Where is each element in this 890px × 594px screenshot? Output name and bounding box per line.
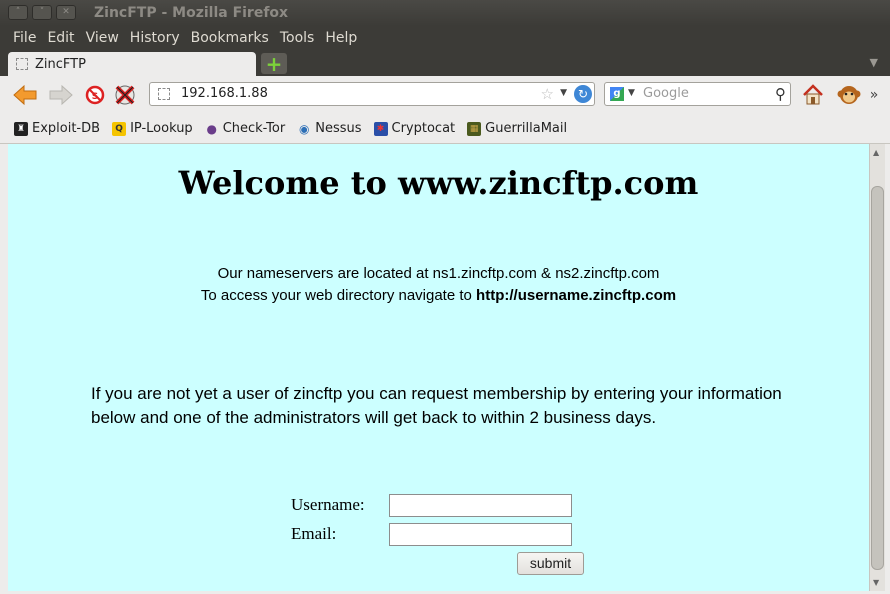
stop-x-icon [115, 85, 135, 105]
stop-button[interactable] [112, 82, 138, 108]
exploit-db-icon: ♜ [14, 121, 28, 136]
email-label: Email: [291, 524, 337, 543]
page-favicon-icon [16, 58, 28, 70]
access-url-text: http://username.zincftp.com [476, 287, 677, 304]
back-button[interactable] [12, 82, 38, 108]
bookmark-nessus[interactable]: ◉ Nessus [297, 121, 362, 136]
menu-bookmarks[interactable]: Bookmarks [191, 30, 269, 46]
scrollbar-thumb[interactable] [871, 186, 884, 570]
url-bar[interactable]: 192.168.1.88 ☆ ▼ ↻ [149, 82, 595, 106]
scroll-down-arrow-icon[interactable]: ▼ [873, 578, 879, 587]
noscript-icon: S [85, 85, 105, 105]
tab-strip: ZincFTP + ▼ [0, 50, 890, 76]
url-input[interactable]: 192.168.1.88 [181, 86, 268, 101]
bookmark-label: Exploit-DB [32, 121, 101, 136]
access-text: To access your web directory navigate to… [8, 287, 869, 304]
page-title: Welcome to www.zincftp.com [178, 164, 699, 202]
email-field[interactable] [389, 523, 572, 546]
cryptocat-icon: ✱ [373, 121, 388, 136]
site-identity-icon[interactable] [158, 88, 170, 100]
noscript-button[interactable]: S [82, 82, 108, 108]
search-input[interactable]: Google [643, 86, 689, 101]
window-maximize-button[interactable]: ˅ [32, 5, 52, 20]
window-titlebar: ˄ ˅ ✕ ZincFTP - Mozilla Firefox [0, 0, 890, 26]
forward-arrow-icon [49, 84, 73, 106]
bookmark-label: Cryptocat [391, 121, 456, 136]
search-icon[interactable]: ⚲ [775, 85, 786, 103]
bookmark-cryptocat[interactable]: ✱ Cryptocat [373, 121, 456, 136]
guerrillamail-icon: ▦ [467, 121, 482, 136]
bookmark-check-tor[interactable]: ● Check-Tor [205, 121, 286, 136]
content-left-border [0, 144, 8, 594]
google-engine-icon[interactable]: g [610, 87, 624, 101]
username-field[interactable] [389, 494, 572, 517]
home-button[interactable] [800, 82, 826, 108]
page-content: Welcome to www.zincftp.com Our nameserve… [8, 144, 869, 591]
menu-view[interactable]: View [86, 30, 119, 46]
nameservers-text: Our nameservers are located at ns1.zincf… [217, 265, 660, 282]
greasemonkey-button[interactable] [836, 82, 862, 108]
window-right-border [885, 144, 890, 594]
bookmark-label: Check-Tor [222, 121, 286, 136]
window-title: ZincFTP - Mozilla Firefox [94, 5, 289, 21]
access-prefix-text: To access your web directory navigate to [200, 287, 477, 304]
menu-bar: File Edit View History Bookmarks Tools H… [0, 26, 890, 50]
url-history-dropdown-icon[interactable]: ▼ [560, 88, 567, 98]
toolbar-overflow-button[interactable]: » [866, 82, 882, 108]
bookmark-label: GuerrillaMail [485, 121, 568, 136]
bookmark-exploit-db[interactable]: ♜ Exploit-DB [14, 121, 100, 136]
reload-icon[interactable]: ↻ [574, 85, 592, 103]
nessus-eye-icon: ◉ [298, 121, 310, 136]
menu-tools[interactable]: Tools [280, 30, 315, 46]
membership-info-text: If you are not yet a user of zincftp you… [91, 384, 782, 427]
username-label: Username: [291, 495, 365, 514]
tab-label: ZincFTP [35, 56, 86, 72]
window-minimize-button[interactable]: ˄ [8, 5, 28, 20]
bookmark-label: IP-Lookup [130, 121, 193, 136]
menu-help[interactable]: Help [325, 30, 357, 46]
back-arrow-icon [13, 84, 37, 106]
tab-list-chevron-icon[interactable]: ▼ [870, 56, 878, 69]
bookmark-ip-lookup[interactable]: Q IP-Lookup [112, 121, 193, 136]
search-engine-dropdown-icon[interactable]: ▼ [628, 88, 635, 98]
tor-onion-icon: ● [206, 121, 217, 136]
bookmarks-toolbar: ♜ Exploit-DB Q IP-Lookup ● Check-Tor ◉ N… [0, 114, 890, 144]
tab-zincftp[interactable]: ZincFTP [8, 52, 256, 76]
menu-edit[interactable]: Edit [47, 30, 74, 46]
plus-icon: + [265, 51, 283, 76]
bookmark-star-icon[interactable]: ☆ [541, 85, 554, 103]
bookmark-label: Nessus [315, 121, 362, 136]
menu-history[interactable]: History [130, 30, 180, 46]
scroll-up-arrow-icon[interactable]: ▲ [873, 148, 879, 157]
home-icon [803, 84, 823, 105]
window-close-button[interactable]: ✕ [56, 5, 76, 20]
search-bar[interactable]: g ▼ Google ⚲ [604, 82, 791, 106]
new-tab-button[interactable]: + [261, 53, 287, 74]
submit-button[interactable]: submit [517, 552, 584, 575]
vertical-scrollbar[interactable]: ▲ ▼ [869, 144, 885, 591]
menu-file[interactable]: File [13, 30, 36, 46]
window-controls: ˄ ˅ ✕ [8, 5, 76, 20]
chevron-right-icon: » [869, 87, 879, 103]
monkey-icon [837, 86, 861, 104]
forward-button[interactable] [48, 82, 74, 108]
bookmark-guerrillamail[interactable]: ▦ GuerrillaMail [467, 121, 567, 136]
ip-lookup-icon: Q [112, 121, 127, 136]
